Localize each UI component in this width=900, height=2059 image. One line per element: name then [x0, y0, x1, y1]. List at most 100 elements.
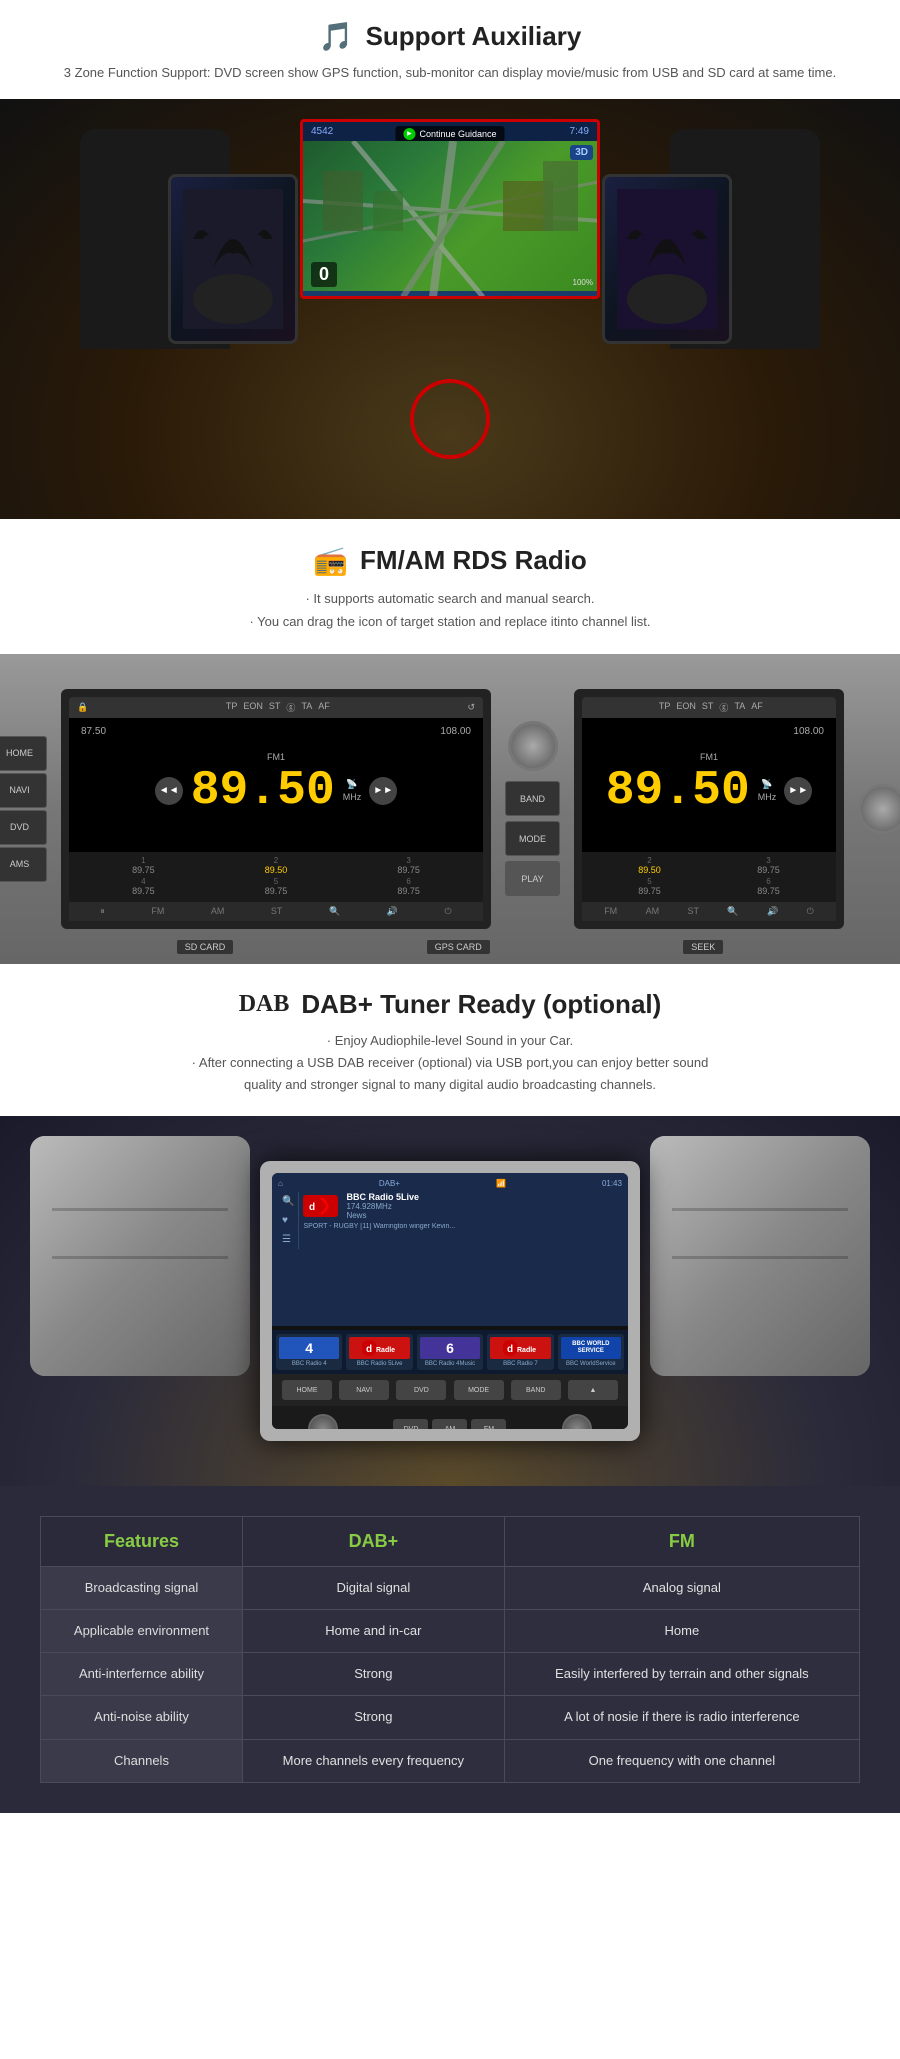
radio-freq-display-1: 87.50 108.00 FM1 ◄◄ 89.50 📡 MHz ►►	[69, 718, 483, 852]
dab-cell: More channels every frequency	[242, 1739, 504, 1782]
left-unit-knob[interactable]	[308, 1414, 338, 1428]
dab-main-content: d BBC Radio 5Live 174.928MHz News SPORT …	[303, 1192, 622, 1249]
table-row: ChannelsMore channels every frequencyOne…	[41, 1739, 860, 1782]
radio-bottom-labels: SD CARD GPS CARD SEEK	[80, 940, 820, 954]
radio-device-area: HOME NAVI DVD AMS 🔒 TPEONSTⓖTAAF ↺ 87.50	[0, 654, 900, 964]
band-unit-btn[interactable]: BAND	[511, 1380, 561, 1400]
dab-station-logo: d	[303, 1195, 338, 1217]
radio-side-nav-left: HOME NAVI DVD AMS	[0, 736, 47, 882]
dab-station-info: d BBC Radio 5Live 174.928MHz News	[303, 1192, 622, 1220]
radio-unit-2: 🔒 TPEONSTⓖTAAF ↺ 108.00 FM1 89.50 📡	[574, 689, 844, 929]
car-left-panel	[30, 1136, 250, 1376]
headrest-left	[80, 129, 230, 349]
feature-cell: Applicable environment	[41, 1610, 243, 1653]
dab-cell: Digital signal	[242, 1566, 504, 1609]
right-volume-knob[interactable]	[858, 784, 900, 834]
dab-news: News	[346, 1211, 419, 1220]
dvd-btn[interactable]: DVD	[0, 810, 47, 845]
monitor-right	[602, 174, 732, 344]
continue-guidance: ▶ Continue Guidance	[395, 126, 504, 142]
dab-cell: Home and in-car	[242, 1610, 504, 1653]
table-row: Applicable environmentHome and in-carHom…	[41, 1610, 860, 1653]
dab-section: DAB DAB+ Tuner Ready (optional) · Enjoy …	[0, 964, 900, 1116]
dab-ch5[interactable]: BBC WORLD SERVICE BBC WorldService	[558, 1334, 624, 1370]
svg-text:d: d	[366, 1344, 372, 1355]
home-unit-btn[interactable]: HOME	[282, 1380, 332, 1400]
dab-sidebar: 🔍 ♥ ☰	[278, 1192, 299, 1249]
dab-desc: · Enjoy Audiophile-level Sound in your C…	[60, 1030, 840, 1096]
feature-cell: Broadcasting signal	[41, 1566, 243, 1609]
dvd-small-btn[interactable]: DVD	[393, 1419, 428, 1428]
monitor-right-screen	[605, 177, 729, 341]
comparison-section: Features DAB+ FM Broadcasting signalDigi…	[0, 1486, 900, 1813]
gps-overlay: 4542 ▶ Continue Guidance 7:49 3D	[300, 119, 600, 299]
radio-desc: · It supports automatic search and manua…	[60, 587, 840, 634]
dab-title: DAB+ Tuner Ready (optional)	[301, 989, 661, 1020]
play-btn[interactable]: PLAY	[505, 861, 560, 896]
dab-ch2[interactable]: d Radle BBC Radio 5Live	[346, 1334, 412, 1370]
gps-card-label: GPS CARD	[427, 940, 490, 954]
fm-small-btn[interactable]: FM	[471, 1419, 506, 1428]
feature-cell: Anti-noise ability	[41, 1696, 243, 1739]
mhz-label-1: MHz	[343, 792, 362, 802]
next-btn-2[interactable]: ►►	[784, 777, 812, 805]
aux-title: Support Auxiliary	[366, 21, 582, 52]
feature-cell: Anti-interfernce ability	[41, 1653, 243, 1696]
seek-label: SEEK	[683, 940, 723, 954]
radio-freq-display-2: 108.00 FM1 89.50 📡 MHz ►►	[582, 718, 836, 852]
fm-cell: Analog signal	[504, 1566, 859, 1609]
prev-btn-1[interactable]: ◄◄	[155, 777, 183, 805]
volume-knob[interactable]	[508, 721, 558, 771]
th-fm: FM	[504, 1516, 859, 1566]
radio-icon: 📻	[313, 544, 348, 577]
aux-icon: 🎵	[319, 20, 354, 53]
svg-text:Radle: Radle	[376, 1347, 395, 1354]
dab-screen: ⌂ DAB+ 📶 01:43 🔍 ♥ ☰	[272, 1173, 628, 1327]
right-unit-knob[interactable]	[562, 1414, 592, 1428]
car-unit-bottom: DVD AM FM	[272, 1406, 628, 1428]
station-name: BBC Radio 5Live	[346, 1192, 419, 1202]
navi-btn[interactable]: NAVI	[0, 773, 47, 808]
ams-btn[interactable]: AMS	[0, 847, 47, 882]
monitor-left-screen	[171, 177, 295, 341]
radio-section: 📻 FM/AM RDS Radio · It supports automati…	[0, 519, 900, 654]
svg-text:d: d	[309, 1202, 315, 1213]
mode-label-1: FM1	[267, 752, 285, 762]
radio-title: FM/AM RDS Radio	[360, 545, 587, 576]
fm-cell: A lot of nosie if there is radio interfe…	[504, 1696, 859, 1739]
dab-ch1[interactable]: 4 BBC Radio 4	[276, 1334, 342, 1370]
next-btn-1[interactable]: ►►	[369, 777, 397, 805]
unit-small-btns: DVD AM FM	[393, 1414, 506, 1428]
home-btn[interactable]: HOME	[0, 736, 47, 771]
radio-middle: BAND MODE PLAY	[505, 721, 560, 896]
red-circle-highlight	[410, 379, 490, 459]
band-btn[interactable]: BAND	[505, 781, 560, 816]
freq-right-2: 108.00	[793, 726, 824, 737]
navi-unit-btn[interactable]: NAVI	[339, 1380, 389, 1400]
th-features: Features	[41, 1516, 243, 1566]
svg-text:Radle: Radle	[517, 1347, 536, 1354]
radio-presets-1: 189.75 289.50 389.75 489.75 589.75 689.7…	[69, 852, 483, 902]
mode-unit-btn[interactable]: MODE	[454, 1380, 504, 1400]
dvd-unit-btn[interactable]: DVD	[396, 1380, 446, 1400]
dab-header: DAB DAB+ Tuner Ready (optional)	[60, 989, 840, 1020]
dab-ch4[interactable]: d Radle BBC Radio 7	[487, 1334, 553, 1370]
am-small-btn[interactable]: AM	[432, 1419, 467, 1428]
car-unit-controls: HOME NAVI DVD MODE BAND ▲	[272, 1374, 628, 1406]
gps-map: 3D 0 100%	[303, 141, 597, 291]
dab-ch3[interactable]: 6 BBC Radio 4Music	[417, 1334, 483, 1370]
aux-desc: 3 Zone Function Support: DVD screen show…	[60, 63, 840, 84]
radio-presets-2: 289.50 389.75 589.75 689.75	[582, 852, 836, 902]
dab-sport-text: SPORT - RUGBY [11] Warrington winger Kev…	[303, 1223, 622, 1230]
comparison-table: Features DAB+ FM Broadcasting signalDigi…	[40, 1516, 860, 1783]
radio-top-bar-2: 🔒 TPEONSTⓖTAAF ↺	[582, 697, 836, 718]
arrow-unit-btn[interactable]: ▲	[568, 1380, 618, 1400]
feature-cell: Channels	[41, 1739, 243, 1782]
dab-cell: Strong	[242, 1696, 504, 1739]
fm-cell: Home	[504, 1610, 859, 1653]
table-row: Anti-interfernce abilityStrongEasily int…	[41, 1653, 860, 1696]
fm-cell: Easily interfered by terrain and other s…	[504, 1653, 859, 1696]
gps-time: 7:49	[570, 126, 589, 137]
mode-btn[interactable]: MODE	[505, 821, 560, 856]
dab-freq: 174.928MHz	[346, 1202, 419, 1211]
